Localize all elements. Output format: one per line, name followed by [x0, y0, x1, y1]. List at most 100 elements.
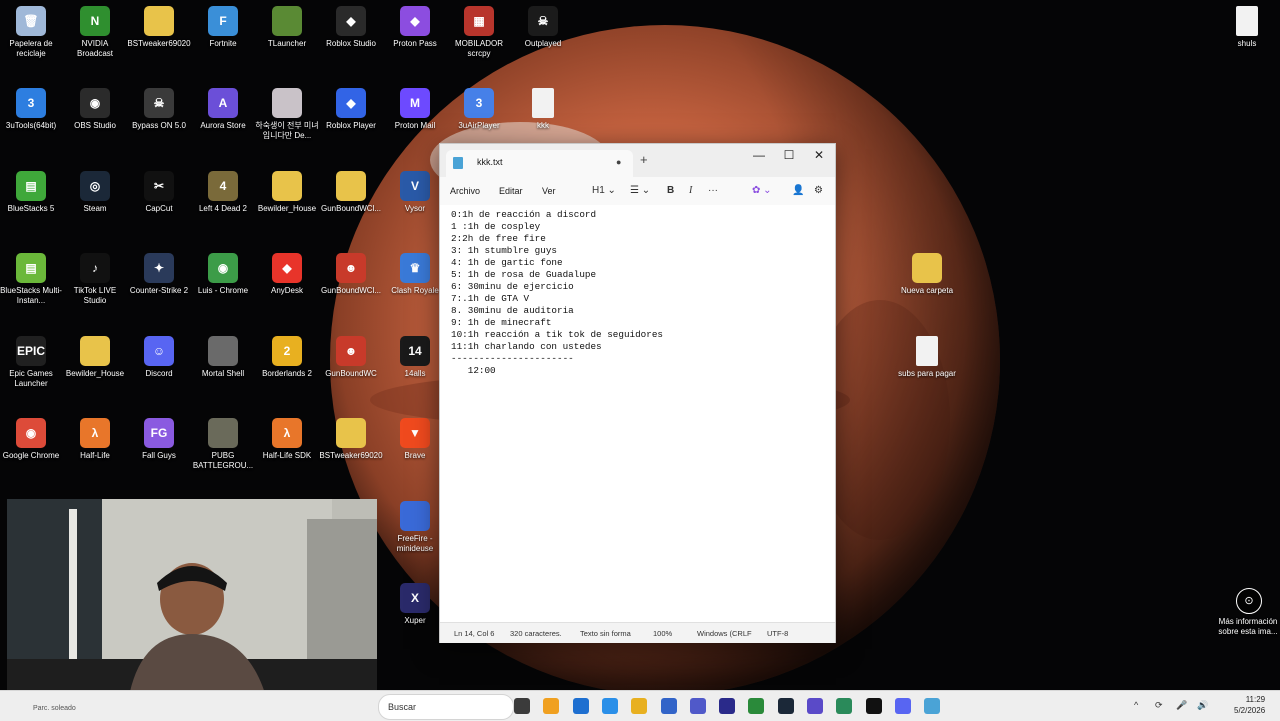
- desktop-icon[interactable]: ☠ Bypass ON 5.0: [127, 88, 191, 131]
- italic-button[interactable]: I: [689, 185, 692, 196]
- desktop-icon[interactable]: ◉ Google Chrome: [0, 418, 63, 461]
- app-icon: 3: [16, 88, 46, 118]
- more-options-icon[interactable]: ···: [708, 185, 718, 196]
- desktop-icon[interactable]: 14 14alls: [383, 336, 447, 379]
- taskbar-app-icon[interactable]: [777, 698, 794, 714]
- settings-gear-icon[interactable]: ⚙: [814, 185, 823, 196]
- desktop-icon[interactable]: EPIC Epic Games Launcher: [0, 336, 63, 389]
- desktop-icon[interactable]: ☺ Discord: [127, 336, 191, 379]
- maximize-button[interactable]: ☐: [774, 148, 804, 162]
- volume-icon[interactable]: 🔊: [1197, 700, 1208, 711]
- taskbar-app-icon[interactable]: [865, 698, 882, 714]
- taskbar-app-icon[interactable]: [748, 698, 765, 714]
- menu-archivo[interactable]: Archivo: [450, 186, 480, 196]
- desktop-icon[interactable]: ✦ Counter-Strike 2: [127, 253, 191, 296]
- menu-ver[interactable]: Ver: [542, 186, 556, 196]
- tray-overflow-icon[interactable]: ^: [1134, 700, 1138, 710]
- desktop-icon[interactable]: Bewilder_House: [255, 171, 319, 214]
- sync-icon[interactable]: ⟳: [1155, 700, 1163, 711]
- taskbar-app-icon[interactable]: [631, 698, 648, 714]
- desktop-icon[interactable]: ◉ OBS Studio: [63, 88, 127, 131]
- desktop-icon[interactable]: ◎ Steam: [63, 171, 127, 214]
- desktop-icon[interactable]: Mortal Shell: [191, 336, 255, 379]
- notepad-tab[interactable]: kkk.txt ●: [446, 150, 633, 177]
- taskbar-app-icon[interactable]: [836, 698, 853, 714]
- desktop-icon[interactable]: 하숙생이 전부 미녀입니다만 De...: [255, 88, 319, 141]
- notepad-titlebar[interactable]: kkk.txt ● + — ☐ ✕: [440, 144, 835, 177]
- taskbar-app-icon[interactable]: [719, 698, 736, 714]
- desktop-icon[interactable]: V Vysor: [383, 171, 447, 214]
- taskbar-app-icon[interactable]: [660, 698, 677, 714]
- desktop-icon[interactable]: λ Half-Life: [63, 418, 127, 461]
- desktop-icon[interactable]: ▤ BlueStacks 5: [0, 171, 63, 214]
- taskbar-app-icon[interactable]: [807, 698, 823, 714]
- desktop-icon[interactable]: ▤ BlueStacks Multi-Instan...: [0, 253, 63, 306]
- taskbar-app-icon[interactable]: [543, 698, 560, 714]
- desktop-icon[interactable]: ◆ Roblox Studio: [319, 6, 383, 49]
- desktop-icon[interactable]: ◆ Proton Pass: [383, 6, 447, 49]
- desktop-icon[interactable]: kkk: [511, 88, 575, 131]
- close-button[interactable]: ✕: [804, 148, 834, 162]
- taskbar-app-icon[interactable]: [894, 698, 911, 714]
- desktop-icon[interactable]: X Xuper: [383, 583, 447, 626]
- image-info-icon[interactable]: ⊙: [1236, 588, 1262, 614]
- desktop-icon[interactable]: ◆ AnyDesk: [255, 253, 319, 296]
- unsaved-indicator-icon[interactable]: ●: [616, 157, 621, 167]
- taskbar-app-icon[interactable]: [572, 698, 589, 714]
- desktop-icon[interactable]: ▦ MOBILADOR scrcpy: [447, 6, 511, 59]
- desktop-icon[interactable]: 2 Borderlands 2: [255, 336, 319, 379]
- desktop-icon[interactable]: ▼ Brave: [383, 418, 447, 461]
- taskbar-app-icon[interactable]: [689, 698, 706, 714]
- desktop-icon[interactable]: shuls: [1215, 6, 1279, 49]
- text-line: 2:2h de free fire: [451, 233, 546, 244]
- desktop-icon[interactable]: FG Fall Guys: [127, 418, 191, 461]
- list-dropdown-icon[interactable]: ☰ ⌄: [630, 185, 650, 196]
- bold-button[interactable]: B: [667, 185, 674, 196]
- copilot-icon[interactable]: ✿ ⌄: [752, 185, 772, 196]
- desktop-icon[interactable]: TLauncher: [255, 6, 319, 49]
- desktop-icon[interactable]: BSTweaker69020: [319, 418, 383, 461]
- minimize-button[interactable]: —: [744, 148, 774, 162]
- new-tab-button[interactable]: +: [640, 152, 648, 167]
- heading-dropdown[interactable]: H1 ⌄: [592, 185, 616, 196]
- microphone-icon[interactable]: 🎤: [1176, 700, 1187, 711]
- desktop-icon[interactable]: 🗑 Papelera de reciclaje: [0, 6, 63, 59]
- desktop-icon[interactable]: ◆ Roblox Player: [319, 88, 383, 131]
- account-icon[interactable]: 👤: [792, 185, 804, 196]
- desktop-icon[interactable]: Bewilder_House: [63, 336, 127, 379]
- desktop-icon[interactable]: FreeFire - minideuse: [383, 501, 447, 554]
- desktop-icon[interactable]: F Fortnite: [191, 6, 255, 49]
- desktop-icon[interactable]: 4 Left 4 Dead 2: [191, 171, 255, 214]
- weather-widget[interactable]: Parc. soleado: [33, 705, 76, 712]
- desktop-icon[interactable]: BSTweaker69020: [127, 6, 191, 49]
- desktop-icon[interactable]: GunBoundWCl...: [319, 171, 383, 214]
- image-info-label[interactable]: Más información sobre esta ima...: [1212, 617, 1280, 637]
- menu-editar[interactable]: Editar: [499, 186, 523, 196]
- text-editor-area[interactable]: 0:1h de reacción a discord 1 :1h de cospl…: [440, 205, 835, 622]
- encoding[interactable]: UTF-8: [767, 629, 788, 638]
- desktop-icon[interactable]: ♪ TikTok LIVE Studio: [63, 253, 127, 306]
- clock[interactable]: 11:29 5/2/2026: [1234, 694, 1265, 716]
- desktop-icon[interactable]: subs para pagar: [895, 336, 959, 379]
- desktop-icon[interactable]: ✂ CapCut: [127, 171, 191, 214]
- line-ending[interactable]: Windows (CRLF: [697, 629, 752, 638]
- taskbar-search-box[interactable]: Buscar: [378, 694, 514, 720]
- desktop-icon[interactable]: PUBG BATTLEGROU...: [191, 418, 255, 471]
- taskbar-app-icon[interactable]: [601, 698, 618, 714]
- desktop-icon[interactable]: 3 3uAirPlayer: [447, 88, 511, 131]
- taskbar-app-icon[interactable]: [514, 698, 530, 714]
- desktop-icon[interactable]: 3 3uTools(64bit): [0, 88, 63, 131]
- zoom-level[interactable]: 100%: [653, 629, 672, 638]
- desktop-icon[interactable]: ☠ Outplayed: [511, 6, 575, 49]
- desktop-icon[interactable]: ♛ Clash Royale: [383, 253, 447, 296]
- desktop-icon[interactable]: ☻ GunBoundWCl...: [319, 253, 383, 296]
- desktop-icon[interactable]: ◉ Luis - Chrome: [191, 253, 255, 296]
- desktop-icon[interactable]: A Aurora Store: [191, 88, 255, 131]
- desktop-icon[interactable]: M Proton Mail: [383, 88, 447, 131]
- desktop-icon[interactable]: λ Half-Life SDK: [255, 418, 319, 461]
- desktop-icon[interactable]: N NVIDIA Broadcast: [63, 6, 127, 59]
- desktop-icon[interactable]: ☻ GunBoundWC: [319, 336, 383, 379]
- taskbar-app-icon[interactable]: [924, 698, 941, 714]
- text-format[interactable]: Texto sin forma: [580, 629, 631, 638]
- desktop-icon[interactable]: Nueva carpeta: [895, 253, 959, 296]
